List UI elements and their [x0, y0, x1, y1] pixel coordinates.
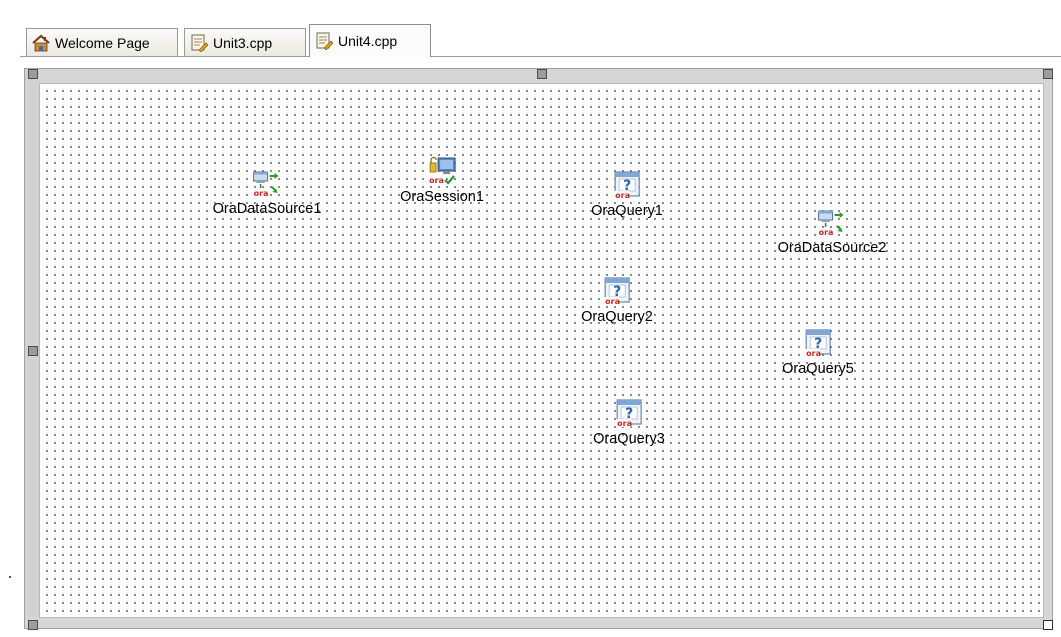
form-border-right: [1044, 69, 1052, 628]
tab-unit3-cpp[interactable]: Unit3.cpp: [184, 28, 306, 56]
component-orasession1[interactable]: OraSession1: [400, 156, 484, 205]
component-label: OraQuery2: [581, 309, 653, 325]
ora-datasource-icon: [817, 207, 847, 237]
component-oraquery3[interactable]: OraQuery3: [593, 398, 665, 447]
resize-handle-top-left[interactable]: [28, 69, 38, 79]
component-label: OraQuery1: [591, 203, 663, 219]
tab-unit4-cpp[interactable]: Unit4.cpp: [309, 24, 431, 57]
ora-query-icon: [602, 276, 632, 306]
resize-handle-bottom-right[interactable]: [1043, 620, 1053, 630]
component-oraquery2[interactable]: OraQuery2: [581, 276, 653, 325]
resize-handle-top-center[interactable]: [537, 69, 547, 79]
tab-label: Unit4.cpp: [338, 33, 398, 49]
editor-tab-strip: Welcome Page Unit3.cpp Unit4.cpp: [0, 0, 1061, 62]
source-file-icon: [191, 34, 208, 52]
component-oradatasource1[interactable]: OraDataSource1: [212, 168, 322, 217]
tab-label: Unit3.cpp: [213, 34, 273, 51]
resize-handle-top-right[interactable]: [1043, 69, 1053, 79]
ora-session-icon: [427, 156, 457, 186]
resize-handle-middle-left[interactable]: [28, 346, 38, 356]
component-label: OraDataSource1: [212, 201, 322, 217]
component-label: OraSession1: [400, 189, 484, 205]
margin-mark: [9, 576, 11, 578]
house-icon: [32, 34, 50, 51]
tab-baseline: [20, 56, 1061, 57]
tab-welcome-page[interactable]: Welcome Page: [26, 28, 178, 56]
form-designer-frame[interactable]: [24, 68, 1053, 629]
source-file-icon: [316, 32, 333, 50]
component-oradatasource2[interactable]: OraDataSource2: [777, 207, 887, 256]
ora-datasource-icon: [252, 168, 282, 198]
design-surface-grid[interactable]: [39, 83, 1044, 618]
resize-handle-bottom-left[interactable]: [28, 620, 38, 630]
component-oraquery1[interactable]: OraQuery1: [591, 170, 663, 219]
ora-query-icon: [803, 328, 833, 358]
ora-query-icon: [612, 170, 642, 200]
component-oraquery5[interactable]: OraQuery5: [782, 328, 854, 377]
tab-label: Welcome Page: [55, 34, 150, 51]
ora-query-icon: [614, 398, 644, 428]
form-border-bottom: [25, 618, 1052, 628]
component-label: OraDataSource2: [777, 240, 887, 256]
component-label: OraQuery3: [593, 431, 665, 447]
component-label: OraQuery5: [782, 361, 854, 377]
